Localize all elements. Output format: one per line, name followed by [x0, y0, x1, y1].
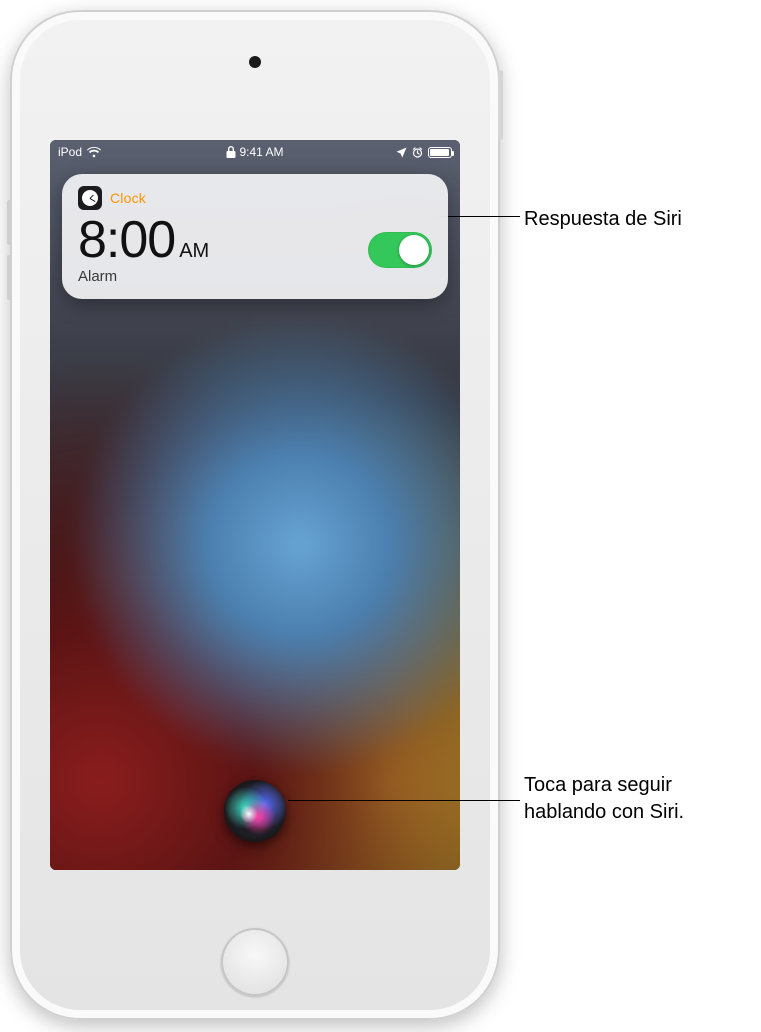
front-camera: [249, 56, 261, 68]
alarm-status-icon: [412, 147, 423, 158]
callout-tap-to-continue: Toca para seguir hablando con Siri.: [524, 772, 684, 826]
volume-up-button[interactable]: [7, 200, 12, 245]
volume-down-button[interactable]: [7, 255, 12, 300]
callout-leader-2: [288, 800, 520, 801]
alarm-toggle[interactable]: [368, 232, 432, 268]
alarm-time: 8:00: [78, 214, 175, 266]
status-bar: iPod 9:41 AM: [50, 140, 460, 164]
location-icon: [396, 147, 407, 158]
card-app-name: Clock: [110, 190, 146, 206]
lock-icon: [226, 146, 235, 158]
siri-orb-button[interactable]: [224, 780, 286, 842]
ipod-device-frame: iPod 9:41 AM: [10, 10, 500, 1020]
screen: iPod 9:41 AM: [50, 140, 460, 870]
alarm-label: Alarm: [78, 268, 209, 285]
clock-app-icon: [78, 186, 102, 210]
siri-response-card[interactable]: Clock 8:00 AM Alarm: [62, 174, 448, 299]
power-button[interactable]: [498, 70, 503, 140]
device-label: iPod: [58, 145, 82, 159]
alarm-ampm: AM: [179, 240, 209, 263]
home-button[interactable]: [221, 928, 289, 996]
status-time: 9:41 AM: [239, 145, 283, 159]
callout-siri-response: Respuesta de Siri: [524, 206, 682, 233]
toggle-knob: [399, 235, 429, 265]
wifi-icon: [87, 147, 101, 158]
battery-icon: [428, 147, 452, 158]
